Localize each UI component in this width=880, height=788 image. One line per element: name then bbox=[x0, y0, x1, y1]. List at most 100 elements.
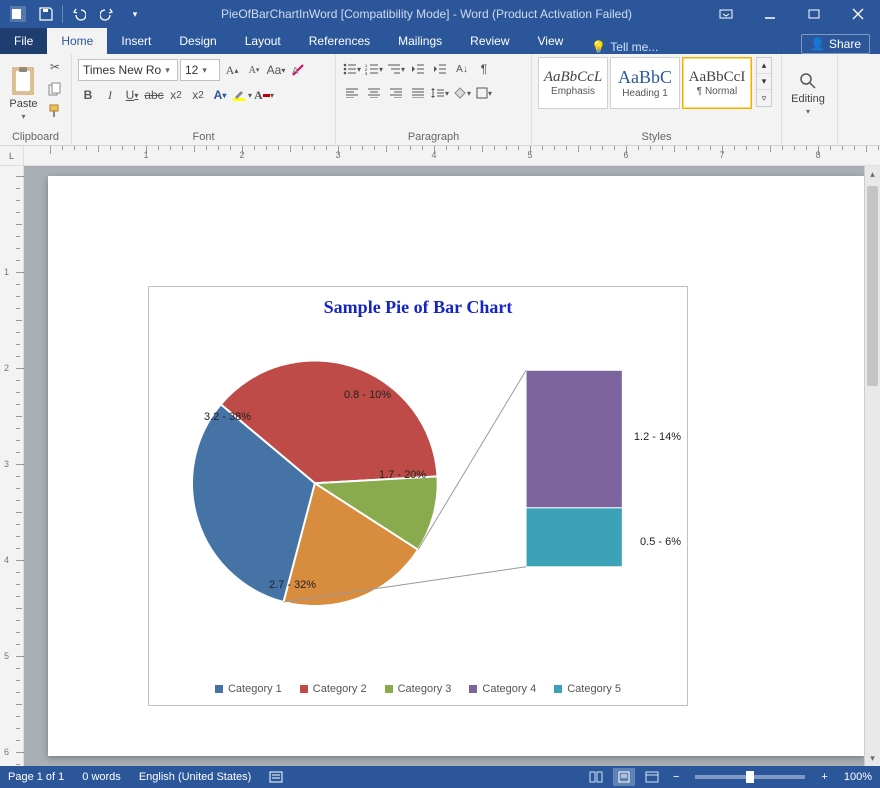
decrease-indent-icon[interactable] bbox=[408, 59, 428, 79]
highlight-icon[interactable]: ▾ bbox=[232, 85, 252, 105]
tab-layout[interactable]: Layout bbox=[231, 28, 295, 54]
word-app-icon[interactable] bbox=[4, 0, 32, 28]
maximize-icon[interactable] bbox=[792, 0, 836, 28]
tab-view[interactable]: View bbox=[524, 28, 578, 54]
lightbulb-icon: 💡 bbox=[591, 40, 606, 54]
show-marks-icon[interactable]: ¶ bbox=[474, 59, 494, 79]
zoom-knob[interactable] bbox=[746, 771, 754, 783]
superscript-icon[interactable]: x2 bbox=[188, 85, 208, 105]
tab-home[interactable]: Home bbox=[47, 28, 107, 54]
label-cat4: 1.2 - 14% bbox=[634, 431, 681, 443]
borders-icon[interactable]: ▾ bbox=[474, 83, 494, 103]
change-case-icon[interactable]: Aa▾ bbox=[266, 60, 286, 80]
font-name-combo[interactable]: Times New Ro▾ bbox=[78, 59, 178, 81]
align-center-icon[interactable] bbox=[364, 83, 384, 103]
bold-icon[interactable]: B bbox=[78, 85, 98, 105]
zoom-level[interactable]: 100% bbox=[844, 771, 872, 783]
chart-object[interactable]: Sample Pie of Bar Chart bbox=[148, 286, 688, 706]
underline-icon[interactable]: U▾ bbox=[122, 85, 142, 105]
numbering-icon[interactable]: 123▾ bbox=[364, 59, 384, 79]
align-right-icon[interactable] bbox=[386, 83, 406, 103]
legend-item: Category 3 bbox=[385, 683, 452, 695]
tab-selector[interactable]: L bbox=[0, 146, 24, 165]
label-other: 1.7 - 20% bbox=[379, 469, 426, 481]
format-painter-icon[interactable] bbox=[45, 101, 65, 121]
share-label: Share bbox=[829, 37, 861, 51]
status-words[interactable]: 0 words bbox=[82, 771, 121, 783]
track-changes-icon[interactable] bbox=[269, 771, 283, 783]
share-button[interactable]: 👤 Share bbox=[801, 34, 870, 54]
styles-scrollbar[interactable]: ▴▾▿ bbox=[756, 57, 772, 107]
scroll-up-icon[interactable]: ▴ bbox=[865, 166, 880, 182]
tab-review[interactable]: Review bbox=[456, 28, 523, 54]
close-icon[interactable] bbox=[836, 0, 880, 28]
svg-text:3: 3 bbox=[365, 71, 368, 75]
font-size-combo[interactable]: 12▾ bbox=[180, 59, 220, 81]
bullets-icon[interactable]: ▾ bbox=[342, 59, 362, 79]
minimize-icon[interactable] bbox=[748, 0, 792, 28]
styles-up-icon[interactable]: ▴ bbox=[757, 58, 771, 74]
clear-format-icon[interactable]: A bbox=[288, 60, 308, 80]
document-scroll[interactable]: Sample Pie of Bar Chart bbox=[24, 166, 880, 766]
style-emphasis[interactable]: AaBbCcLEmphasis bbox=[538, 57, 608, 109]
tab-references[interactable]: References bbox=[295, 28, 384, 54]
group-paragraph: ▾ 123▾ ▾ A↓ ¶ ▾ ▾ ▾ Paragraph bbox=[336, 54, 532, 145]
line-spacing-icon[interactable]: ▾ bbox=[430, 83, 450, 103]
styles-more-icon[interactable]: ▿ bbox=[757, 90, 771, 106]
zoom-slider[interactable] bbox=[695, 775, 805, 779]
scroll-thumb[interactable] bbox=[867, 186, 878, 386]
multilevel-icon[interactable]: ▾ bbox=[386, 59, 406, 79]
tab-design[interactable]: Design bbox=[165, 28, 230, 54]
subscript-icon[interactable]: x2 bbox=[166, 85, 186, 105]
status-lang[interactable]: English (United States) bbox=[139, 771, 252, 783]
group-clipboard-label: Clipboard bbox=[6, 130, 65, 145]
tab-file[interactable]: File bbox=[0, 28, 47, 54]
editing-button[interactable]: Editing ▾ bbox=[788, 57, 828, 129]
increase-indent-icon[interactable] bbox=[430, 59, 450, 79]
paste-button[interactable]: Paste ▾ bbox=[6, 57, 41, 129]
scroll-down-icon[interactable]: ▾ bbox=[865, 750, 880, 766]
cut-icon[interactable]: ✂ bbox=[45, 57, 65, 77]
undo-icon[interactable] bbox=[65, 0, 93, 28]
group-editing-label bbox=[788, 130, 831, 145]
text-effects-icon[interactable]: A▾ bbox=[210, 85, 230, 105]
justify-icon[interactable] bbox=[408, 83, 428, 103]
zoom-in-icon[interactable]: + bbox=[817, 771, 831, 783]
qat-customize-icon[interactable]: ▾ bbox=[121, 0, 149, 28]
sort-icon[interactable]: A↓ bbox=[452, 59, 472, 79]
read-mode-icon[interactable] bbox=[585, 768, 607, 786]
vertical-ruler[interactable]: 123456 bbox=[0, 166, 24, 766]
tab-insert[interactable]: Insert bbox=[107, 28, 165, 54]
legend-item: Category 4 bbox=[469, 683, 536, 695]
window-title: PieOfBarChartInWord [Compatibility Mode]… bbox=[149, 7, 704, 21]
shading-icon[interactable]: ▾ bbox=[452, 83, 472, 103]
document-area: 123456 Sample Pie of Bar Chart bbox=[0, 166, 880, 766]
redo-icon[interactable] bbox=[93, 0, 121, 28]
status-page[interactable]: Page 1 of 1 bbox=[8, 771, 64, 783]
save-icon[interactable] bbox=[32, 0, 60, 28]
ribbon: Paste ▾ ✂ Clipboard Times New Ro▾ 12▾ A▴… bbox=[0, 54, 880, 146]
style-heading1[interactable]: AaBbCHeading 1 bbox=[610, 57, 680, 109]
tab-mailings[interactable]: Mailings bbox=[384, 28, 456, 54]
label-cat5: 0.5 - 6% bbox=[640, 536, 681, 548]
copy-icon[interactable] bbox=[45, 79, 65, 99]
zoom-out-icon[interactable]: − bbox=[669, 771, 683, 783]
font-color-icon[interactable]: A▾ bbox=[254, 85, 274, 105]
web-layout-icon[interactable] bbox=[641, 768, 663, 786]
italic-icon[interactable]: I bbox=[100, 85, 120, 105]
vertical-scrollbar[interactable]: ▴ ▾ bbox=[864, 166, 880, 766]
legend-item: Category 1 bbox=[215, 683, 282, 695]
strike-icon[interactable]: abc bbox=[144, 85, 164, 105]
ribbon-display-icon[interactable] bbox=[704, 0, 748, 28]
group-paragraph-label: Paragraph bbox=[342, 130, 525, 145]
horizontal-ruler[interactable]: 12345678 bbox=[24, 146, 880, 165]
style-normal[interactable]: AaBbCcI¶ Normal bbox=[682, 57, 752, 109]
grow-font-icon[interactable]: A▴ bbox=[222, 60, 242, 80]
shrink-font-icon[interactable]: A▾ bbox=[244, 60, 264, 80]
tell-me-search[interactable]: 💡 Tell me... bbox=[583, 40, 666, 54]
page: Sample Pie of Bar Chart bbox=[48, 176, 864, 756]
styles-down-icon[interactable]: ▾ bbox=[757, 74, 771, 90]
print-layout-icon[interactable] bbox=[613, 768, 635, 786]
share-icon: 👤 bbox=[810, 37, 825, 51]
align-left-icon[interactable] bbox=[342, 83, 362, 103]
